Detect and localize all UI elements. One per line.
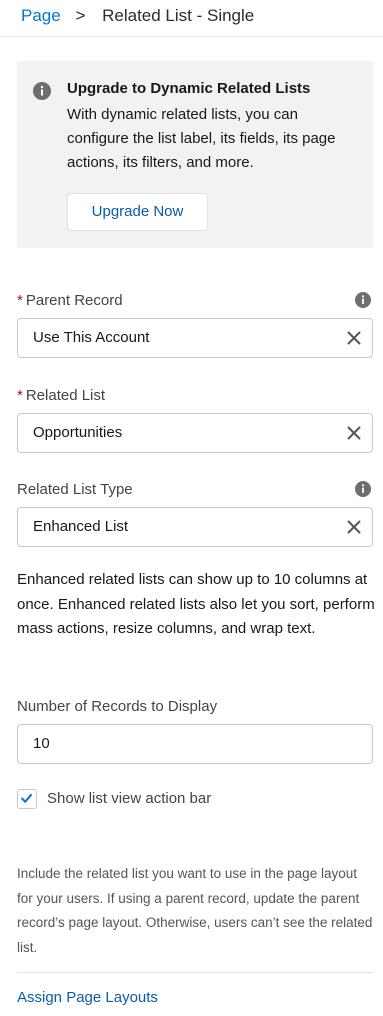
show-action-bar-label: Show list view action bar bbox=[47, 790, 212, 807]
assign-page-layouts-link[interactable]: Assign Page Layouts bbox=[17, 989, 158, 1006]
parent-record-field[interactable]: Use This Account bbox=[17, 318, 373, 358]
upgrade-title: Upgrade to Dynamic Related Lists bbox=[67, 80, 311, 97]
divider bbox=[17, 972, 373, 973]
related-list-type-description: Enhanced related lists can show up to 10… bbox=[17, 571, 375, 637]
info-icon[interactable] bbox=[355, 292, 371, 308]
related-list-field[interactable]: Opportunities bbox=[17, 413, 373, 453]
show-action-bar-checkbox[interactable] bbox=[17, 789, 37, 809]
breadcrumb-current: Related List - Single bbox=[102, 6, 255, 25]
related-list-label-text: Related List bbox=[25, 387, 106, 404]
parent-record-label: * Parent Record bbox=[17, 292, 123, 309]
number-of-records-label: Number of Records to Display bbox=[17, 698, 218, 715]
info-icon[interactable] bbox=[355, 481, 371, 497]
clear-icon[interactable] bbox=[347, 426, 361, 440]
number-of-records-value: 10 bbox=[33, 735, 50, 752]
breadcrumb: Page > Related List - Single bbox=[0, 0, 383, 37]
upgrade-description: With dynamic related lists, you can conf… bbox=[67, 106, 336, 171]
upgrade-panel: Upgrade to Dynamic Related Lists With dy… bbox=[17, 61, 373, 248]
info-icon bbox=[33, 82, 51, 100]
related-list-label: * Related List bbox=[17, 387, 105, 404]
required-marker: * bbox=[17, 387, 23, 404]
number-of-records-input[interactable]: 10 bbox=[17, 724, 373, 764]
required-marker: * bbox=[17, 292, 23, 309]
checkmark-icon bbox=[21, 793, 33, 803]
page-layout-note: Include the related list you want to use… bbox=[17, 866, 373, 955]
parent-record-label-text: Parent Record bbox=[25, 292, 123, 309]
related-list-type-value: Enhanced List bbox=[33, 518, 129, 535]
breadcrumb-page-link[interactable]: Page bbox=[21, 6, 61, 25]
related-list-type-field[interactable]: Enhanced List bbox=[17, 507, 373, 547]
breadcrumb-separator: > bbox=[75, 6, 86, 25]
clear-icon[interactable] bbox=[347, 331, 361, 345]
clear-icon[interactable] bbox=[347, 520, 361, 534]
upgrade-now-button[interactable]: Upgrade Now bbox=[67, 193, 208, 231]
related-list-type-label: Related List Type bbox=[17, 481, 133, 498]
related-list-value: Opportunities bbox=[33, 424, 123, 441]
parent-record-value: Use This Account bbox=[33, 329, 150, 346]
